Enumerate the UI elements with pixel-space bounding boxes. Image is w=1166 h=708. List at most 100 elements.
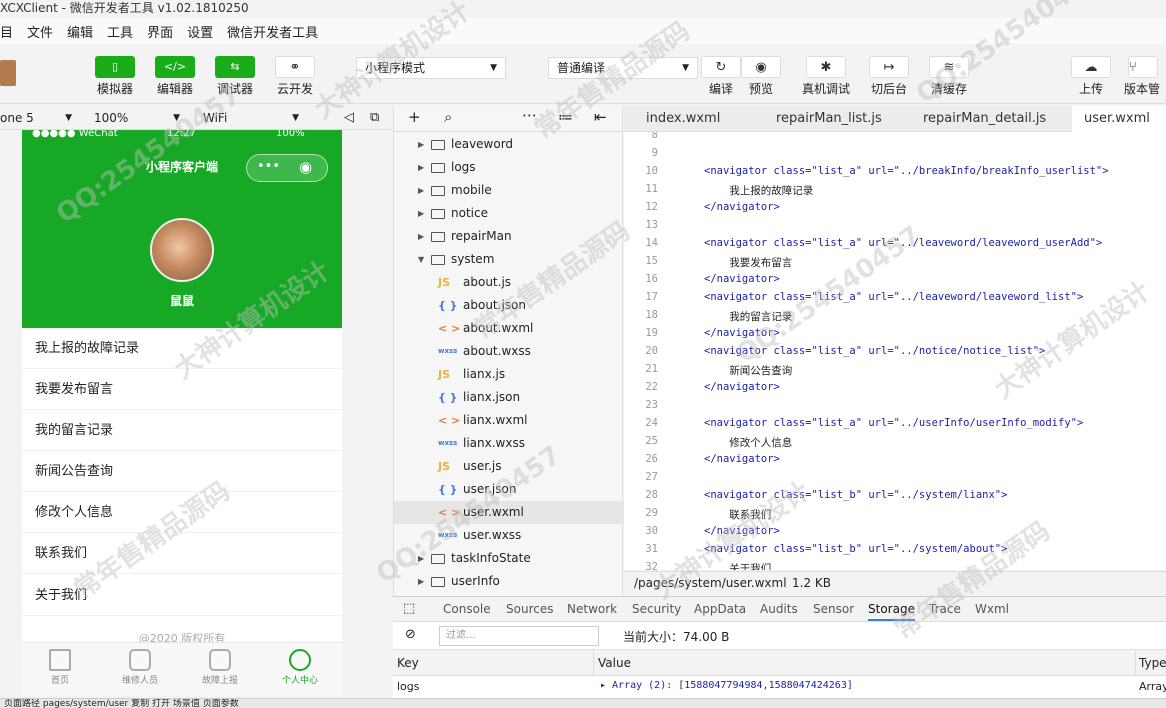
- tab-profile[interactable]: 个人中心: [268, 649, 332, 686]
- cloud-dev-button[interactable]: ⚭ 云开发: [270, 56, 320, 97]
- tab-trace[interactable]: Trace: [929, 602, 961, 616]
- clear-icon[interactable]: ⊘: [405, 627, 416, 642]
- tree-folder[interactable]: ▶ leaveword: [394, 133, 624, 156]
- user-avatar[interactable]: [0, 60, 16, 86]
- chevron-right-icon[interactable]: ▶: [418, 225, 424, 248]
- tab-repairman-list-js[interactable]: repairMan_list.js: [764, 106, 894, 132]
- tree-file[interactable]: JS lianx.js: [394, 363, 624, 386]
- menu-item-post-message[interactable]: 我要发布留言: [22, 369, 342, 410]
- sort-icon[interactable]: ≔: [558, 108, 573, 126]
- menu-item-project[interactable]: 目: [0, 22, 13, 41]
- tab-home[interactable]: 首页: [28, 649, 92, 686]
- tab-console[interactable]: Console: [443, 602, 491, 616]
- menu-item-tools[interactable]: 工具: [107, 22, 133, 41]
- menu-item-settings[interactable]: 设置: [187, 22, 213, 41]
- network-select[interactable]: WiFi ▼: [203, 109, 303, 127]
- folder-icon: [431, 255, 445, 265]
- menu-item-edit-profile[interactable]: 修改个人信息: [22, 492, 342, 533]
- tree-file[interactable]: { } lianx.json: [394, 386, 624, 409]
- tree-folder[interactable]: ▶ taskInfoState: [394, 547, 624, 570]
- column-value: Value: [598, 656, 631, 670]
- code-line: </navigator>: [704, 453, 780, 465]
- tree-item-label: about.js: [463, 275, 512, 289]
- remote-debug-button[interactable]: ✱ 真机调试: [796, 56, 856, 97]
- menu-item-edit[interactable]: 编辑: [67, 22, 93, 41]
- menu-item-about[interactable]: 关于我们: [22, 575, 342, 616]
- chevron-right-icon[interactable]: ▶: [418, 547, 424, 570]
- tree-file[interactable]: wxss lianx.wxss: [394, 432, 624, 455]
- tree-folder[interactable]: ▶ notice: [394, 202, 624, 225]
- more-icon[interactable]: ⋯: [522, 106, 537, 124]
- chevron-right-icon[interactable]: ▶: [418, 570, 424, 593]
- tree-folder[interactable]: ▼ system: [394, 248, 624, 271]
- tree-file[interactable]: < > lianx.wxml: [394, 409, 624, 432]
- tree-item-label: about.wxml: [463, 321, 534, 335]
- device-select[interactable]: one 5 ▼: [0, 109, 76, 127]
- zoom-select[interactable]: 100% ▼: [94, 109, 184, 127]
- tab-sensor[interactable]: Sensor: [813, 602, 854, 616]
- chevron-right-icon[interactable]: ▶: [418, 179, 424, 202]
- menu-item-view[interactable]: 界面: [147, 22, 173, 41]
- simulator-toggle-button[interactable]: ▯ 模拟器: [90, 56, 140, 97]
- tree-folder[interactable]: ▶ userInfo: [394, 570, 624, 593]
- version-button[interactable]: ⑂ 版本管: [1124, 56, 1166, 97]
- mute-icon[interactable]: ◁: [344, 109, 354, 127]
- collapse-icon[interactable]: ⇤: [594, 108, 607, 126]
- chevron-right-icon[interactable]: ▶: [418, 156, 424, 179]
- editor-status-bar: /pages/system/user.wxml 1.2 KB: [624, 571, 1166, 595]
- menu-item-contact[interactable]: 联系我们: [22, 533, 342, 574]
- folder-icon: [431, 577, 445, 587]
- tree-file[interactable]: JS user.js: [394, 455, 624, 478]
- tree-file[interactable]: < > user.wxml: [394, 501, 624, 524]
- popout-icon[interactable]: ⧉: [370, 109, 379, 127]
- tree-file[interactable]: JS about.js: [394, 271, 624, 294]
- tab-appdata[interactable]: AppData: [694, 602, 746, 616]
- add-icon[interactable]: +: [408, 108, 421, 126]
- tree-file[interactable]: wxss about.wxss: [394, 340, 624, 363]
- clear-cache-button[interactable]: ≋ 清缓存: [924, 56, 974, 97]
- tab-storage[interactable]: Storage: [868, 602, 915, 621]
- preview-button[interactable]: ◉ 预览: [736, 56, 786, 97]
- inspect-icon[interactable]: ⬚: [403, 601, 415, 616]
- menu-item-my-messages[interactable]: 我的留言记录: [22, 410, 342, 451]
- line-number: 13: [645, 219, 658, 231]
- tree-file[interactable]: < > about.wxml: [394, 317, 624, 340]
- tab-audits[interactable]: Audits: [760, 602, 798, 616]
- background-button[interactable]: ↦ 切后台: [864, 56, 914, 97]
- tab-repairmen[interactable]: 维修人员: [108, 649, 172, 686]
- search-icon[interactable]: ⌕: [444, 108, 452, 126]
- tree-file[interactable]: { } user.json: [394, 478, 624, 501]
- table-row[interactable]: logs ▸ Array (2): [1588047794984,1588047…: [393, 676, 1166, 698]
- tab-report-fault[interactable]: 故障上报: [188, 649, 252, 686]
- user-icon: [289, 649, 311, 671]
- tab-repairman-detail-js[interactable]: repairMan_detail.js: [911, 106, 1058, 132]
- chevron-down-icon[interactable]: ▼: [418, 248, 424, 271]
- chevron-right-icon[interactable]: ▶: [418, 133, 424, 156]
- close-circle-icon[interactable]: ◉: [299, 158, 312, 176]
- tab-sources[interactable]: Sources: [506, 602, 553, 616]
- tree-file[interactable]: wxss user.wxss: [394, 524, 624, 547]
- menu-item-news[interactable]: 新闻公告查询: [22, 451, 342, 492]
- tab-wxml[interactable]: Wxml: [975, 602, 1009, 616]
- tab-user-wxml[interactable]: user.wxml: [1072, 106, 1166, 132]
- menu-item-file[interactable]: 文件: [27, 22, 53, 41]
- chevron-right-icon[interactable]: ▶: [418, 202, 424, 225]
- editor-toggle-button[interactable]: </> 编辑器: [150, 56, 200, 97]
- filter-input[interactable]: 过滤...: [439, 626, 599, 646]
- tab-network[interactable]: Network: [567, 602, 617, 616]
- capsule-menu[interactable]: ••• ◉: [246, 154, 328, 182]
- more-icon[interactable]: •••: [257, 159, 280, 174]
- tree-folder[interactable]: ▶ mobile: [394, 179, 624, 202]
- menu-item-devtools[interactable]: 微信开发者工具: [227, 22, 318, 41]
- upload-button[interactable]: ☁ 上传: [1066, 56, 1116, 97]
- code-editor[interactable]: 8 9 10 <navigator class="list_a" url="../br…: [624, 132, 1166, 570]
- tab-index-wxml[interactable]: index.wxml: [634, 106, 732, 132]
- tab-security[interactable]: Security: [632, 602, 681, 616]
- compile-select[interactable]: 普通编译 ▼: [548, 57, 698, 79]
- tree-folder[interactable]: ▶ repairMan: [394, 225, 624, 248]
- tree-file[interactable]: { } about.json: [394, 294, 624, 317]
- menu-item-my-reports[interactable]: 我上报的故障记录: [22, 328, 342, 369]
- debugger-toggle-button[interactable]: ⇆ 调试器: [210, 56, 260, 97]
- tree-folder[interactable]: ▶ logs: [394, 156, 624, 179]
- mode-select[interactable]: 小程序模式 ▼: [356, 57, 506, 79]
